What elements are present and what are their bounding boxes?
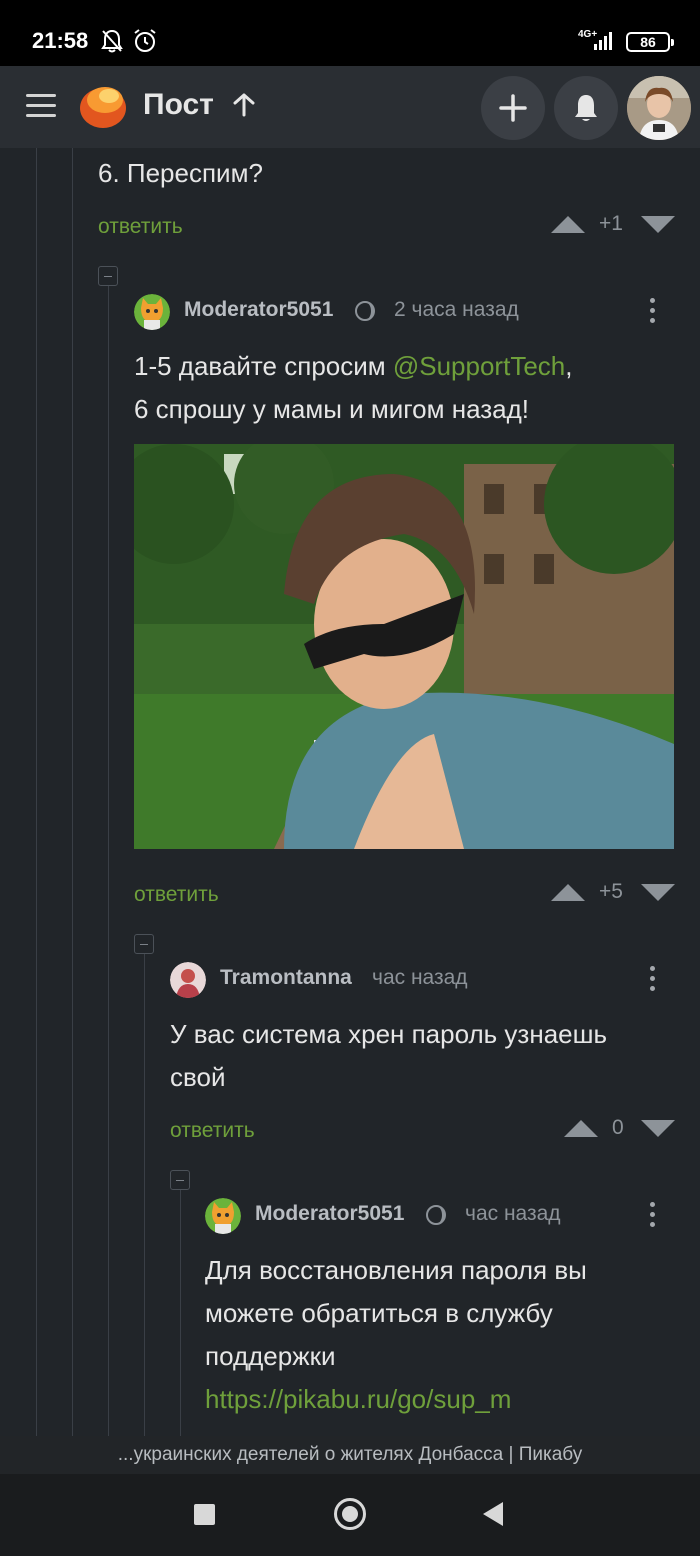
vote-count: +5 [599,880,623,903]
downvote-button[interactable] [641,1120,675,1137]
pikabu-logo[interactable] [77,80,129,130]
menu-icon[interactable] [26,94,56,118]
author-avatar[interactable] [170,962,206,998]
comment-1-text: 6. Переспим? [98,158,263,188]
battery-indicator: 86 [626,32,674,52]
page-title-bar: ...украинских деятелей о жителях Донбасс… [0,1436,700,1474]
collapse-button-3[interactable] [134,934,154,954]
author-name[interactable]: Tramontanna [220,966,352,990]
reply-button-1[interactable]: ответить [98,215,183,239]
app-header: Пост [0,66,700,148]
downvote-button[interactable] [641,216,675,233]
add-post-button[interactable] [481,76,545,140]
comment-photo[interactable] [134,444,674,849]
vote-count: +1 [599,212,623,235]
system-navigation-bar [0,1474,700,1556]
comment-4-header: Moderator5051 час назад [205,1196,690,1236]
author-avatar[interactable] [134,294,170,330]
page-title: Пост [143,88,214,121]
mention-link[interactable]: @SupportTech [393,351,565,381]
collapse-button-2[interactable] [98,266,118,286]
back-icon[interactable] [483,1502,503,1526]
comment-time: час назад [465,1202,561,1225]
comment-2-text: 1-5 давайте спросим @SupportTech, 6 спро… [134,351,573,424]
votes-2: +5 [551,880,675,910]
home-icon[interactable] [334,1498,366,1530]
plus-icon [499,94,527,122]
reply-button-3[interactable]: ответить [170,1119,255,1143]
comment-3-header: Tramontanna час назад [170,960,690,1000]
upvote-button[interactable] [551,884,585,901]
author-name[interactable]: Moderator5051 [184,298,333,322]
more-options-icon[interactable] [650,298,656,328]
status-bar: 21:58 4G+ 86 [0,0,700,66]
comment-2-header: Moderator5051 2 часа назад [134,292,694,332]
recent-apps-icon[interactable] [194,1504,215,1525]
comment-4-text: Для восстановления пароля вы можете обра… [205,1255,587,1414]
downvote-button[interactable] [641,884,675,901]
user-avatar-image [627,76,691,140]
moon-badge-icon [426,1205,446,1225]
photo-image [134,444,674,849]
arrow-up-icon[interactable] [232,92,256,118]
moon-badge-icon [355,301,375,321]
reply-button-2[interactable]: ответить [134,883,219,907]
author-name[interactable]: Moderator5051 [255,1202,404,1226]
user-avatar[interactable] [627,76,691,140]
support-link[interactable]: https://pikabu.ru/go/sup_m [205,1384,511,1414]
author-avatar[interactable] [205,1198,241,1234]
vote-count: 0 [612,1116,624,1139]
upvote-button[interactable] [551,216,585,233]
comment-thread: 6. Переспим? ответить +1 Moderator5051 2… [0,148,700,1436]
more-options-icon[interactable] [650,1202,656,1232]
tramontanna-avatar-icon [170,962,206,998]
signal-icon [594,32,612,50]
bell-icon [575,95,597,121]
alarm-icon [134,29,156,52]
collapse-button-4[interactable] [170,1170,190,1190]
notifications-button[interactable] [554,76,618,140]
upvote-button[interactable] [564,1120,598,1137]
comment-time: час назад [372,966,468,989]
comment-time: 2 часа назад [394,298,519,321]
cat-avatar-icon [134,294,170,330]
votes-3: 0 [564,1116,676,1146]
cat-avatar-icon [205,1198,241,1234]
votes-1: +1 [551,212,675,242]
bell-off-icon [101,29,123,53]
more-options-icon[interactable] [650,966,656,996]
page-url-title: ...украинских деятелей о жителях Донбасс… [117,1444,583,1465]
comment-3-text: У вас система хрен пароль узнаешь свой [170,1019,608,1092]
status-time: 21:58 [32,28,89,53]
